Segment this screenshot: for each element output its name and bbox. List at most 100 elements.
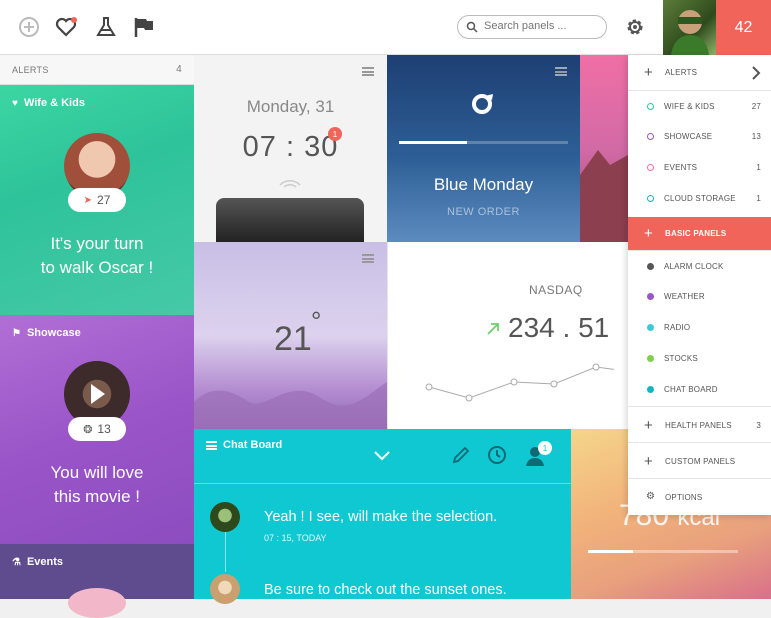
user-avatar[interactable]	[663, 0, 716, 55]
status-dot-icon	[647, 293, 654, 300]
wife-kids-card[interactable]: ♥ Wife & Kids ➤ 27 It's your turn to walk…	[0, 85, 194, 315]
chat-message: Be sure to check out the sunset ones.	[264, 582, 507, 598]
menu-item-count: 1	[756, 194, 761, 203]
pencil-icon[interactable]	[452, 446, 470, 464]
events-title: ⚗ Events	[12, 556, 64, 568]
menu-basic-panels[interactable]: + BASIC PANELS	[628, 217, 771, 250]
menu-item[interactable]: EVENTS 1	[628, 152, 771, 183]
menu-item[interactable]: RADIO	[628, 312, 771, 343]
calorie-progress-track	[588, 550, 738, 553]
menu-custom-panels[interactable]: + CUSTOM PANELS	[628, 442, 771, 478]
alerts-header[interactable]: ALERTS 4	[0, 55, 194, 85]
alarm-clock-card[interactable]: Monday, 31 07 : 30 1	[194, 55, 387, 242]
menu-icon[interactable]	[206, 441, 217, 450]
menu-item[interactable]: WIFE & KIDS 27	[628, 90, 771, 121]
wife-pill[interactable]: ➤ 27	[68, 188, 126, 212]
status-dot-icon	[647, 103, 654, 110]
status-dot-icon	[647, 263, 654, 270]
showcase-card[interactable]: ⚑ Showcase ❂ 13 You will love this movie …	[0, 315, 194, 544]
stock-sparkline	[425, 363, 614, 402]
menu-item-count: 1	[756, 163, 761, 172]
send-icon: ➤	[83, 194, 93, 206]
heart-icon: ♥	[12, 98, 18, 109]
menu-item-label: RADIO	[664, 323, 691, 332]
menu-icon[interactable]	[555, 67, 567, 76]
trend-up-icon	[487, 323, 499, 335]
film-reel-icon: ❂	[83, 423, 93, 436]
search-box[interactable]	[457, 15, 607, 39]
menu-icon[interactable]	[362, 254, 374, 263]
menu-item[interactable]: WEATHER	[628, 281, 771, 312]
showcase-pill[interactable]: ❂ 13	[68, 417, 126, 441]
chevron-right-icon[interactable]	[752, 66, 761, 80]
photo-panel	[580, 55, 628, 242]
menu-item[interactable]: STOCKS	[628, 343, 771, 374]
menu-item[interactable]: SHOWCASE 13	[628, 121, 771, 152]
menu-item[interactable]: CHAT BOARD	[628, 374, 771, 405]
menu-health-panels[interactable]: + HEALTH PANELS 3	[628, 406, 771, 442]
menu-item-count: 13	[751, 132, 761, 141]
alerts-label: ALERTS	[12, 65, 49, 75]
menu-item[interactable]: CLOUD STORAGE 1	[628, 183, 771, 214]
flask-icon[interactable]	[95, 16, 117, 38]
wife-pill-count: 27	[97, 193, 111, 207]
divider	[194, 483, 571, 484]
notification-count[interactable]: 42	[716, 0, 771, 55]
chevron-down-icon[interactable]	[374, 451, 390, 461]
alarm-device	[216, 198, 364, 242]
search-input[interactable]	[484, 20, 602, 32]
status-dot-icon	[647, 133, 654, 140]
flag-icon: ⚑	[12, 328, 21, 339]
stocks-card[interactable]: NASDAQ 234 . 51	[387, 242, 628, 429]
flag-icon[interactable]	[133, 16, 155, 38]
radio-progress-fill	[399, 141, 467, 144]
radio-progress-track[interactable]	[399, 141, 568, 144]
gear-icon[interactable]	[624, 16, 646, 38]
plus-icon: +	[644, 225, 653, 242]
calorie-progress-fill	[588, 550, 633, 553]
radio-card[interactable]: Blue Monday NEW ORDER	[387, 55, 580, 242]
song-title: Blue Monday	[433, 175, 534, 194]
plus-icon: +	[644, 417, 653, 434]
menu-alerts[interactable]: + ALERTS	[628, 57, 771, 88]
clock-badge: 1	[328, 127, 342, 141]
menu-item-label: WIFE & KIDS	[664, 102, 715, 111]
heart-icon[interactable]	[55, 16, 77, 38]
menu-item-label: STOCKS	[664, 354, 698, 363]
menu-item-label: SHOWCASE	[664, 132, 713, 141]
clouds	[194, 382, 387, 429]
menu-item-label: ALARM CLOCK	[664, 262, 724, 271]
chat-board-card[interactable]: Chat Board 1 Yeah ! I see, will make the…	[194, 429, 571, 604]
flask-icon: ⚗	[12, 557, 21, 568]
gear-icon: ⚙	[646, 491, 656, 502]
chat-avatar-1	[210, 502, 240, 532]
clock-icon[interactable]	[487, 445, 507, 465]
radio-icon	[472, 94, 493, 114]
chat-badge: 1	[538, 441, 552, 455]
status-dot-icon	[647, 324, 654, 331]
add-icon[interactable]	[18, 16, 40, 38]
status-dot-icon	[647, 355, 654, 362]
panels-menu: + ALERTS WIFE & KIDS 27 SHOWCASE 13 EVENTS 1 C…	[628, 55, 771, 515]
menu-item-label: CHAT BOARD	[664, 385, 718, 394]
showcase-title: ⚑ Showcase	[12, 327, 81, 339]
status-dot-icon	[647, 386, 654, 393]
alerts-count: 4	[176, 64, 182, 75]
events-card[interactable]: ⚗ Events	[0, 544, 194, 618]
menu-icon[interactable]	[362, 67, 374, 76]
song-artist: NEW ORDER	[447, 206, 520, 218]
menu-item-label: WEATHER	[664, 292, 705, 301]
menu-item-count: 27	[751, 102, 761, 111]
wife-message: It's your turn to walk Oscar !	[40, 234, 154, 277]
chat-avatar-2	[210, 574, 240, 604]
showcase-pill-count: 13	[97, 422, 111, 436]
weather-card[interactable]: 21 °	[194, 242, 387, 429]
status-dot-icon	[647, 164, 654, 171]
showcase-message: You will love this movie !	[50, 463, 144, 506]
clock-time: 07 : 30	[242, 131, 339, 163]
menu-options[interactable]: ⚙ OPTIONS	[628, 478, 771, 515]
chat-message: Yeah ! I see, will make the selection.	[264, 509, 498, 525]
wifi-icon	[279, 180, 301, 188]
play-icon[interactable]	[89, 383, 107, 405]
menu-item[interactable]: ALARM CLOCK	[628, 250, 771, 281]
